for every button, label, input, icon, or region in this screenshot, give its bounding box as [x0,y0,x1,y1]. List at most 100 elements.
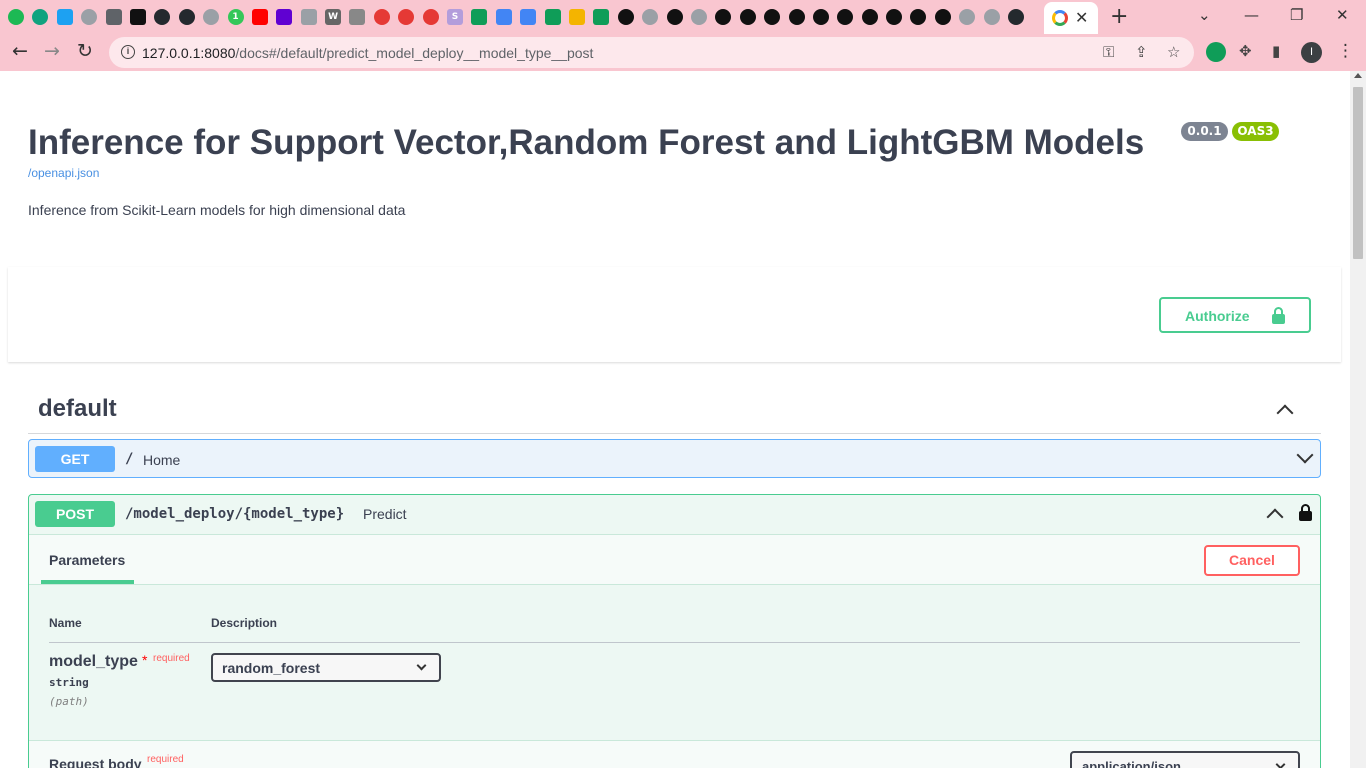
content-type-value: application/json [1082,759,1181,768]
circle-icon[interactable] [398,9,415,25]
sheets-icon[interactable] [544,9,561,25]
new-tab-icon[interactable]: + [1110,4,1128,29]
restore-icon[interactable]: ❐ [1290,6,1303,24]
request-body-header: Request body required application/json [29,740,1320,768]
mountain-icon[interactable] [105,9,122,25]
docs-icon[interactable] [495,9,512,25]
bolt-icon[interactable] [715,9,732,25]
chevron-down-icon[interactable] [1296,446,1314,464]
globe-icon[interactable] [642,9,659,25]
chevron-down-icon [1275,759,1286,768]
chevron-down-icon [416,660,427,671]
mail-icon[interactable] [276,9,293,25]
bolt-icon[interactable] [861,9,878,25]
tab-search-icon[interactable]: ⌄ [1198,6,1211,24]
tag-section-header[interactable]: default [28,385,1321,434]
circle-icon[interactable] [373,9,390,25]
extensions-icon[interactable]: ✥ [1239,42,1252,60]
page-viewport: Inference for Support Vector,Random Fore… [0,71,1350,768]
bolt-icon[interactable] [886,9,903,25]
browser-menu-icon[interactable]: ⋮ [1337,41,1354,61]
youtube-icon[interactable] [251,9,268,25]
spotify-icon[interactable] [8,9,24,25]
scrollbar-thumb[interactable] [1353,87,1363,259]
method-badge-get: GET [35,446,115,472]
chatgpt-icon[interactable] [32,9,49,25]
slides-icon[interactable] [568,9,585,25]
globe-icon[interactable] [959,9,976,25]
method-badge-post[interactable]: POST [35,501,115,527]
close-tab-icon[interactable]: ✕ [1075,8,1088,27]
sheets-icon[interactable] [593,9,610,25]
bolt-icon[interactable] [812,9,829,25]
terminal-icon[interactable] [129,9,146,25]
request-body-required: required [147,754,184,765]
bolt-icon[interactable] [934,9,951,25]
circle-icon[interactable] [422,9,439,25]
lock-icon[interactable] [1299,504,1312,521]
model-type-select[interactable]: random_forest [211,653,441,682]
forward-icon[interactable]: → [44,40,60,62]
bolt-icon[interactable] [764,9,781,25]
side-panel-icon[interactable]: ▮ [1272,42,1280,60]
sheets-icon[interactable] [471,9,488,25]
scroll-up-arrow-icon[interactable] [1354,73,1362,78]
tab-parameters[interactable]: Parameters [49,552,125,568]
profile-avatar[interactable]: I [1301,42,1322,63]
box-icon[interactable] [300,9,317,25]
bolt-icon[interactable] [666,9,683,25]
w-icon[interactable]: W [325,9,342,25]
one-icon[interactable]: 1 [227,9,244,25]
openapi-json-link[interactable]: /openapi.json [28,166,99,180]
content-type-select[interactable]: application/json [1070,751,1300,768]
grammarly-icon[interactable] [1206,42,1226,62]
key-icon[interactable]: ⚿ [1103,43,1114,61]
model-type-selected-value: random_forest [222,660,321,676]
parameter-location: (path) [49,695,89,708]
minimize-icon[interactable]: — [1244,6,1259,24]
url-text[interactable]: 127.0.0.1:8080/docs#/default/predict_mod… [142,45,593,61]
bolt-icon[interactable] [788,9,805,25]
operation-post-predict: POST /model_deploy/{model_type} Predict … [28,494,1321,768]
bookmark-star-icon[interactable]: ☆ [1167,43,1180,61]
oas-badge: OAS3 [1232,122,1279,141]
site-info-icon[interactable]: i [121,45,135,59]
globe-icon[interactable] [983,9,1000,25]
api-title: Inference for Support Vector,Random Fore… [28,123,1145,162]
operation-summary[interactable]: Predict [363,506,407,522]
twitter-icon[interactable] [56,9,73,25]
globe-icon[interactable] [203,9,220,25]
reload-icon[interactable]: ↻ [77,40,93,62]
table-divider [49,642,1300,643]
address-bar[interactable]: i 127.0.0.1:8080/docs#/default/predict_m… [109,37,1194,68]
bolt-icon[interactable] [617,9,634,25]
docs-icon[interactable] [520,9,537,25]
bolt-icon[interactable] [837,9,854,25]
github-icon[interactable] [178,9,195,25]
bolt-icon[interactable] [739,9,756,25]
page-scrollbar[interactable] [1350,71,1366,768]
chevron-up-icon[interactable] [1276,404,1294,422]
operation-path[interactable]: /model_deploy/{model_type} [125,506,344,522]
authorize-button[interactable]: Authorize [1159,297,1311,333]
window-close-icon[interactable]: ✕ [1336,6,1349,24]
share-icon[interactable]: ⇪ [1135,43,1148,61]
browser-toolbar: ← → ↻ i 127.0.0.1:8080/docs#/default/pre… [0,34,1366,71]
column-header-description: Description [211,616,278,630]
operation-get-home[interactable]: GET / Home [28,439,1321,478]
back-icon[interactable]: ← [12,40,28,62]
active-tab[interactable]: ✕ [1044,2,1098,34]
github-icon[interactable] [1008,9,1025,25]
bolt-icon[interactable] [910,9,927,25]
version-badge: 0.0.1 [1181,122,1228,141]
alpha-icon[interactable] [349,9,366,25]
chevron-up-icon[interactable] [1266,508,1284,526]
globe-icon[interactable] [690,9,707,25]
github-icon[interactable] [154,9,171,25]
globe-icon[interactable] [81,9,98,25]
browser-tab-strip: 1 W S ✕ + ⌄ — ❐ ✕ [0,0,1366,34]
required-star: * [142,652,148,668]
cancel-button[interactable]: Cancel [1204,545,1300,576]
column-header-name: Name [49,616,82,630]
s-icon[interactable]: S [447,9,464,25]
